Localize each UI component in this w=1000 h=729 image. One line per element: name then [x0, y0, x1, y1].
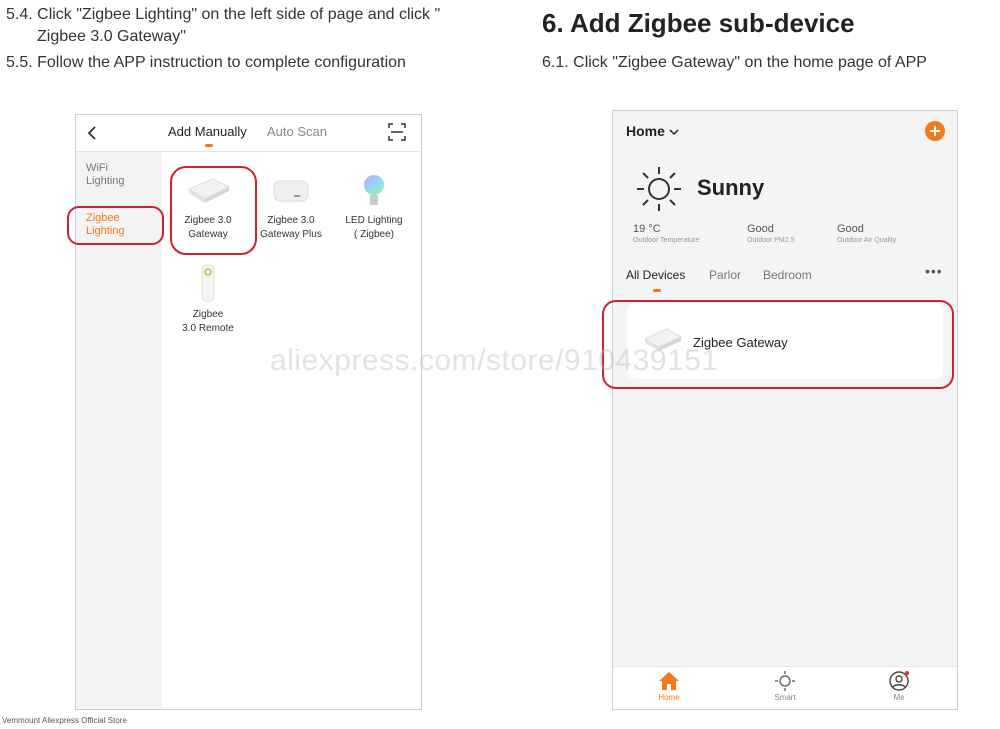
section-heading: 6. Add Zigbee sub-device	[542, 8, 855, 38]
chevron-down-icon	[669, 129, 679, 136]
nav-me[interactable]: Me	[869, 670, 929, 702]
stat-air-quality-label: Outdoor Air Quality	[837, 237, 897, 244]
highlight-zigbee-lighting	[67, 206, 164, 245]
tab-bedroom[interactable]: Bedroom	[763, 268, 812, 282]
profile-icon	[889, 670, 910, 691]
tab-parlor[interactable]: Parlor	[709, 268, 741, 282]
smart-icon	[775, 671, 795, 691]
stat-temperature-label: Outdoor Temperature	[633, 237, 700, 244]
sun-icon	[637, 167, 681, 211]
gateway-icon	[187, 178, 231, 203]
nav-smart[interactable]: Smart	[755, 671, 815, 702]
tab-add-manually[interactable]: Add Manually	[168, 124, 247, 139]
device-led-lighting[interactable]: LED Lighting ( Zigbee)	[334, 173, 414, 242]
add-device-screen: Add Manually Auto Scan WiFi Lighting Zig…	[67, 114, 422, 710]
instruction-5-5: 5.5. Follow the APP instruction to compl…	[6, 54, 406, 71]
home-screen: Home Sunny 19 °C Outdoor Temperature Goo…	[602, 110, 958, 710]
watermark: aliexpress.com/store/910439151	[270, 344, 719, 377]
bulb-icon	[364, 175, 384, 205]
stat-pm25-label: Outdoor PM2.5	[747, 237, 795, 244]
stat-air-quality-value: Good	[837, 223, 864, 235]
more-icon[interactable]: •••	[925, 263, 943, 279]
gateway-plus-icon	[273, 180, 309, 202]
room-tab-indicator	[653, 289, 661, 292]
tab-auto-scan[interactable]: Auto Scan	[267, 124, 327, 139]
footer-store: Vemmount Aliexpress Official Store	[2, 716, 127, 725]
nav-home[interactable]: Home	[639, 671, 699, 702]
bottom-navbar: Home Smart Me	[613, 666, 957, 709]
instruction-6-1: 6.1. Click "Zigbee Gateway" on the home …	[542, 54, 927, 71]
add-icon[interactable]	[925, 121, 945, 141]
stat-pm25-value: Good	[747, 223, 774, 235]
device-zigbee-gateway-plus[interactable]: Zigbee 3.0 Gateway Plus	[251, 173, 331, 242]
scan-icon[interactable]	[388, 123, 406, 141]
back-icon[interactable]	[86, 125, 98, 141]
home-icon	[659, 672, 679, 690]
device-zigbee-remote[interactable]: Zigbee 3.0 Remote	[168, 263, 248, 336]
sidebar-item-wifi-lighting[interactable]: WiFi Lighting	[86, 162, 136, 188]
remote-icon	[201, 264, 215, 302]
tab-indicator	[205, 144, 213, 147]
device-zigbee-gateway[interactable]: Zigbee 3.0 Gateway	[168, 173, 248, 242]
home-selector[interactable]: Home	[626, 123, 679, 139]
instruction-5-4: 5.4. Click "Zigbee Lighting" on the left…	[6, 6, 441, 45]
tab-all-devices[interactable]: All Devices	[626, 268, 685, 282]
weather-condition: Sunny	[697, 175, 765, 200]
stat-temperature-value: 19 °C	[633, 223, 661, 235]
add-device-topbar: Add Manually Auto Scan	[76, 115, 421, 152]
